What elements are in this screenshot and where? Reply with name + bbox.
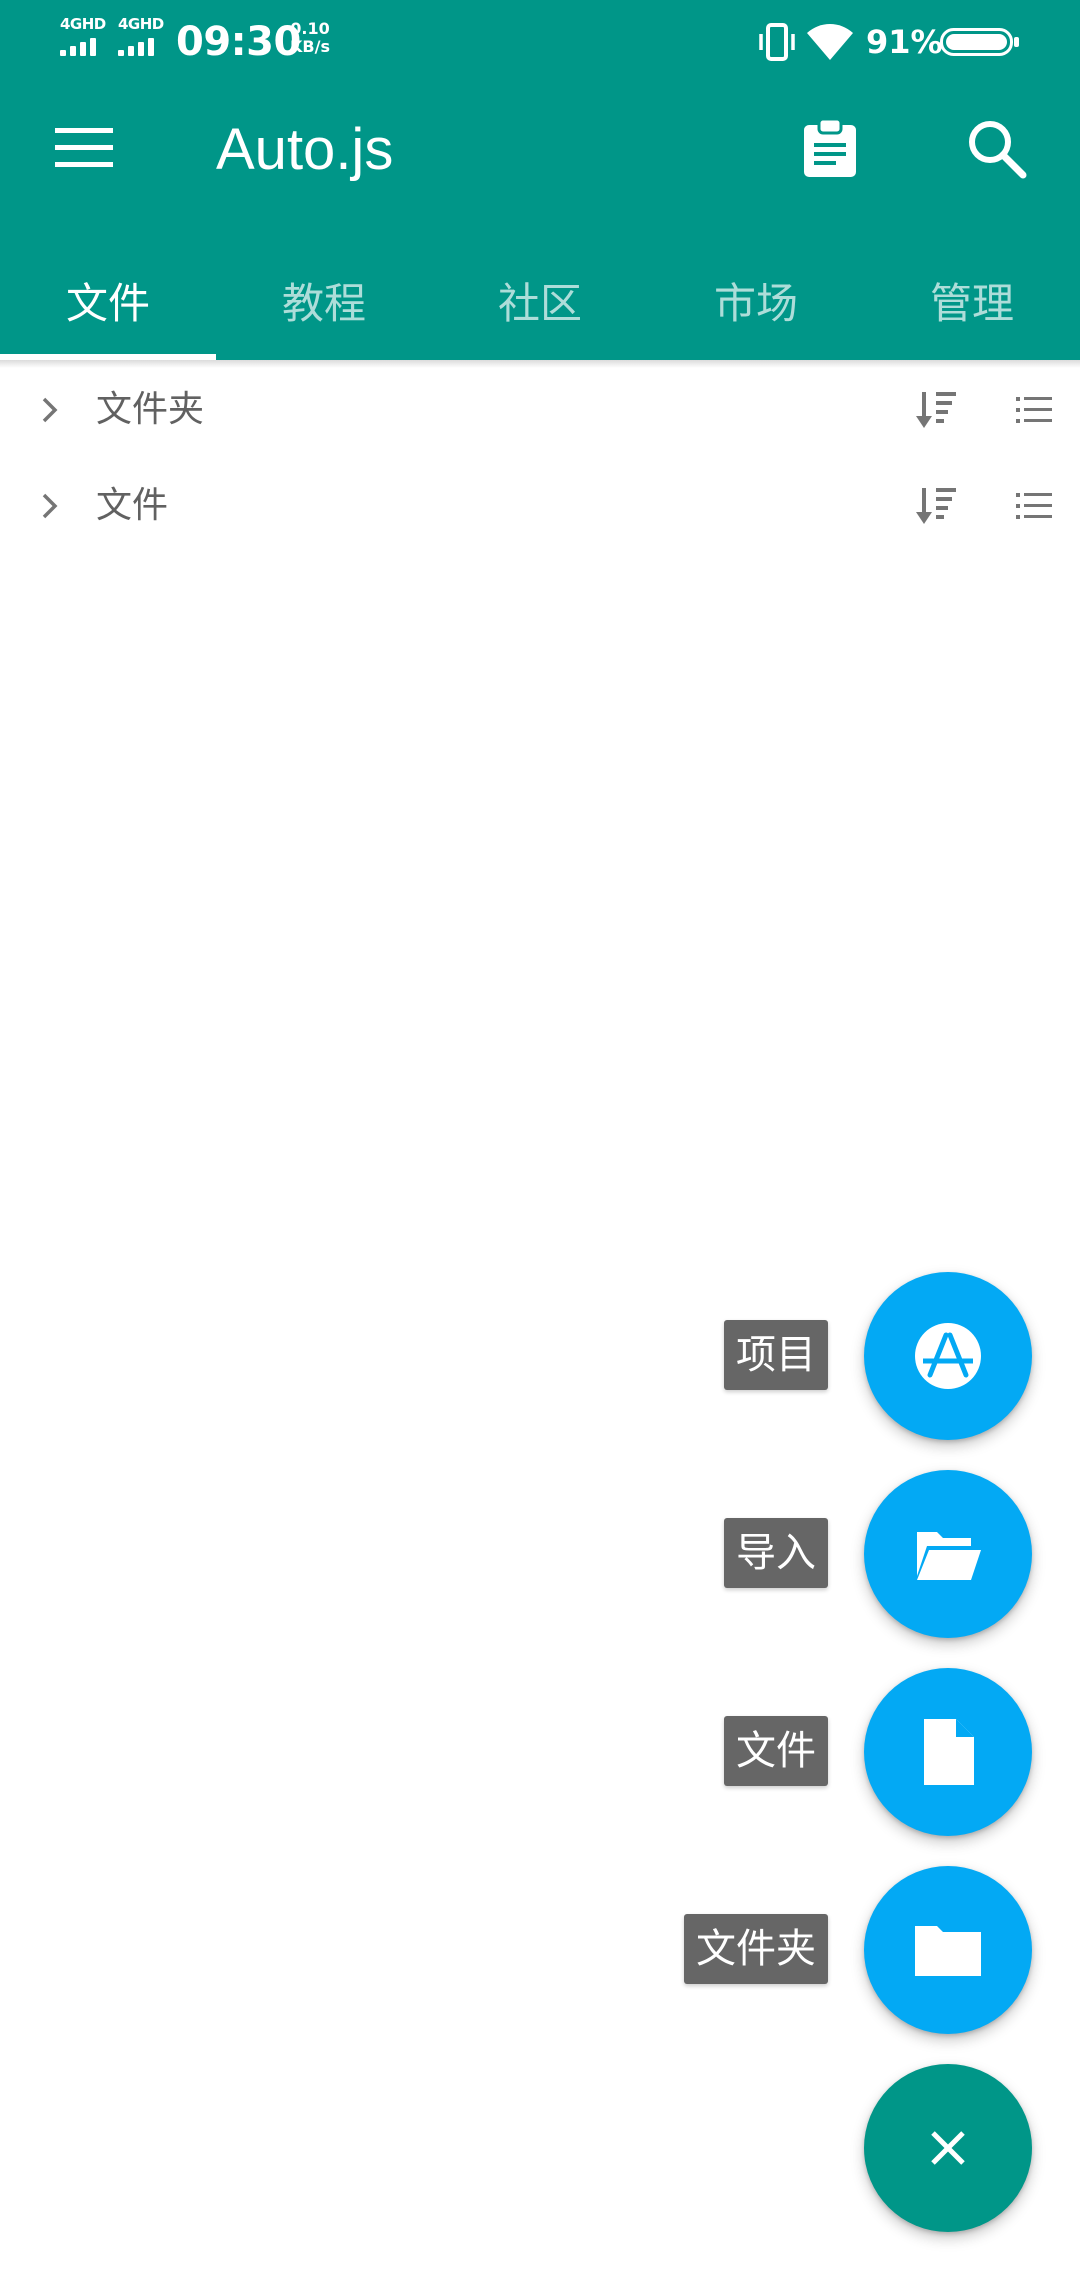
close-icon — [931, 2131, 965, 2165]
project-icon — [915, 1323, 981, 1389]
sort-icon[interactable] — [914, 386, 962, 434]
list-view-icon[interactable] — [1010, 482, 1058, 530]
clipboard-icon[interactable] — [786, 104, 874, 192]
search-icon[interactable] — [952, 104, 1040, 192]
section-label-folders: 文件夹 — [96, 389, 205, 430]
folders-section-header[interactable]: 文件夹 — [0, 362, 1080, 458]
cell-signal-2: 4GHD — [116, 16, 168, 58]
app-toolbar: Auto.js — [0, 84, 1080, 260]
tab-files[interactable]: 文件 — [0, 240, 216, 360]
new-folder-button[interactable] — [864, 1866, 1032, 2034]
status-time: 09:30 — [176, 19, 301, 65]
network-speed: 0.10 KB/s — [288, 20, 332, 56]
tab-tutorial[interactable]: 教程 — [216, 240, 432, 360]
network-type-2: 4GHD — [118, 15, 164, 33]
close-speed-dial-button[interactable] — [864, 2064, 1032, 2232]
tab-bar: 文件 教程 社区 市场 管理 — [0, 240, 1080, 360]
app-title: Auto.js — [216, 117, 394, 182]
tab-community[interactable]: 社区 — [432, 240, 648, 360]
network-type-1: 4GHD — [60, 15, 106, 33]
section-label-files: 文件 — [96, 485, 169, 526]
status-bar: 4GHD 4GHD 09:30 0.10 KB/s 91% — [0, 0, 1080, 84]
signal-bars-icon — [118, 38, 164, 56]
menu-icon[interactable] — [40, 104, 128, 192]
import-label[interactable]: 导入 — [724, 1518, 828, 1588]
new-project-label[interactable]: 项目 — [724, 1320, 828, 1390]
new-project-button[interactable] — [864, 1272, 1032, 1440]
signal-bars-icon — [60, 38, 106, 56]
sort-icon[interactable] — [914, 482, 962, 530]
new-folder-label[interactable]: 文件夹 — [684, 1914, 828, 1984]
wifi-icon — [807, 24, 853, 60]
chevron-right-icon — [42, 397, 58, 423]
import-button[interactable] — [864, 1470, 1032, 1638]
tab-market[interactable]: 市场 — [648, 240, 864, 360]
tab-manage[interactable]: 管理 — [864, 240, 1080, 360]
files-section-header[interactable]: 文件 — [0, 458, 1080, 554]
file-icon — [924, 1719, 974, 1785]
new-file-label[interactable]: 文件 — [724, 1716, 828, 1786]
chevron-right-icon — [42, 493, 58, 519]
new-file-button[interactable] — [864, 1668, 1032, 1836]
network-speed-unit: KB/s — [290, 37, 330, 56]
battery-percentage: 91% — [866, 23, 943, 61]
network-speed-value: 0.10 — [290, 19, 330, 38]
folder-open-icon — [917, 1532, 981, 1580]
list-view-icon[interactable] — [1010, 386, 1058, 434]
battery-icon — [940, 28, 1019, 56]
folder-icon — [915, 1926, 981, 1976]
cell-signal-1: 4GHD — [58, 16, 110, 58]
vibrate-icon — [759, 23, 795, 61]
